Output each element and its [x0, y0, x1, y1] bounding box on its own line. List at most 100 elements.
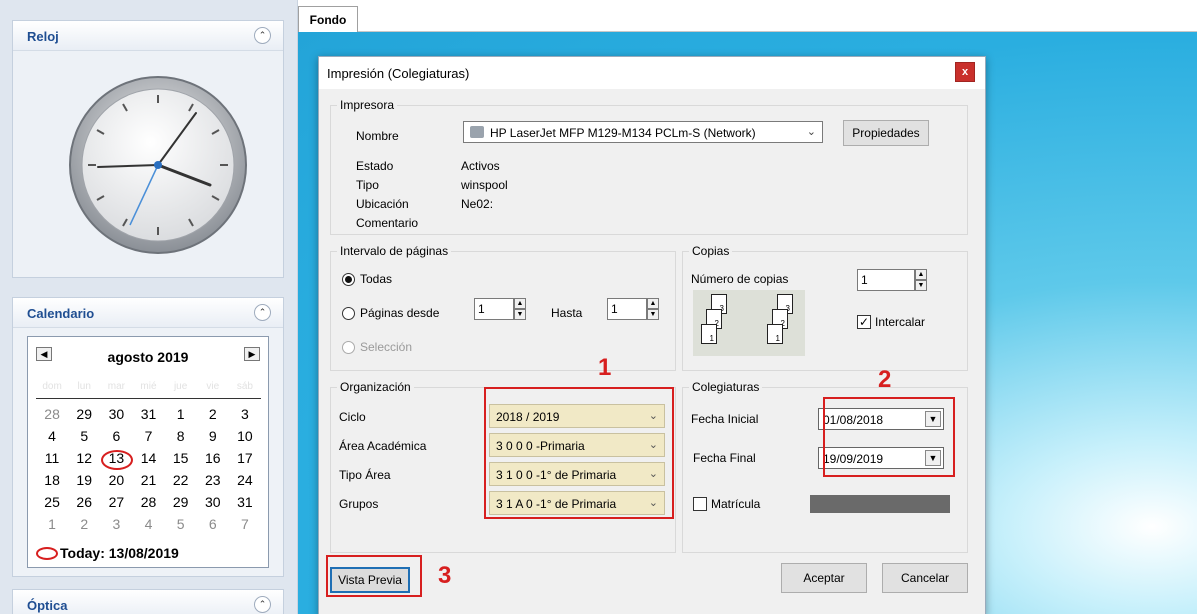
calendar-day[interactable]: 1: [36, 514, 68, 534]
pages-to-value[interactable]: 1: [607, 298, 647, 320]
calendar-day[interactable]: 12: [68, 448, 100, 468]
collapse-icon[interactable]: ⌃: [254, 304, 271, 321]
copies-value[interactable]: 1: [857, 269, 915, 291]
stepper-up-icon[interactable]: ▲: [915, 269, 927, 280]
tab-fondo[interactable]: Fondo: [298, 6, 358, 32]
calendar-weekday: jue: [173, 381, 188, 392]
calendar-day[interactable]: 26: [68, 492, 100, 512]
printer-icon: [470, 126, 484, 138]
calendar-day[interactable]: 16: [197, 448, 229, 468]
desktop-background: Impresión (Colegiaturas) x Impresora Nom…: [298, 32, 1197, 614]
calendar-day[interactable]: 2: [68, 514, 100, 534]
properties-button[interactable]: Propiedades: [843, 120, 929, 146]
calendar-day[interactable]: 5: [165, 514, 197, 534]
collate-checkbox[interactable]: ✓: [857, 315, 871, 329]
calendar-day[interactable]: 3: [100, 514, 132, 534]
pages-to-label: Hasta: [551, 306, 583, 320]
calendar-day[interactable]: 29: [68, 404, 100, 424]
calendar-day[interactable]: 5: [68, 426, 100, 446]
accept-button[interactable]: Aceptar: [781, 563, 867, 593]
comment-label: Comentario: [356, 216, 419, 230]
pages-from-radio[interactable]: [342, 307, 355, 320]
calendar-day[interactable]: 31: [132, 404, 164, 424]
copies-count-label: Número de copias: [691, 272, 789, 286]
collapse-icon[interactable]: ⌃: [254, 596, 271, 613]
calendar-day[interactable]: 9: [197, 426, 229, 446]
calendar-day[interactable]: 22: [165, 470, 197, 490]
calendar-day[interactable]: 18: [36, 470, 68, 490]
enrollment-checkbox[interactable]: [693, 497, 707, 511]
copies-stepper[interactable]: 1 ▲ ▼: [857, 269, 927, 291]
clock-panel-header[interactable]: Reloj ⌃: [13, 21, 283, 51]
calendar-day[interactable]: 21: [132, 470, 164, 490]
calendar-day[interactable]: 24: [229, 470, 261, 490]
calendar-day[interactable]: 30: [100, 404, 132, 424]
calendar-day[interactable]: 28: [36, 404, 68, 424]
today-label: Today: 13/08/2019: [60, 545, 179, 561]
calendar-weekday: sáb: [236, 381, 253, 392]
calendar-day[interactable]: 3: [229, 404, 261, 424]
calendar-day-today[interactable]: 13: [100, 448, 134, 470]
calendar-day[interactable]: 30: [197, 492, 229, 512]
calendar-day[interactable]: 7: [132, 426, 164, 446]
start-date-label: Fecha Inicial: [691, 412, 759, 426]
collate-label: Intercalar: [875, 315, 926, 329]
pages-from-value[interactable]: 1: [474, 298, 514, 320]
calendar-day[interactable]: 4: [36, 426, 68, 446]
calendar-day[interactable]: 10: [229, 426, 261, 446]
calendar-day[interactable]: 27: [100, 492, 132, 512]
type-value: winspool: [461, 178, 508, 192]
all-pages-radio[interactable]: [342, 273, 355, 286]
pages-from-stepper[interactable]: 1 ▲ ▼: [474, 298, 526, 320]
stepper-up-icon[interactable]: ▲: [647, 298, 659, 309]
tuition-group-label: Colegiaturas: [689, 380, 763, 394]
annotation-box-2: [823, 397, 955, 477]
calendar-day[interactable]: 23: [197, 470, 229, 490]
calendar-day[interactable]: 17: [229, 448, 261, 468]
enrollment-label: Matrícula: [711, 497, 761, 511]
close-button[interactable]: x: [955, 62, 975, 82]
stepper-up-icon[interactable]: ▲: [514, 298, 526, 309]
calendar-day[interactable]: 4: [132, 514, 164, 534]
academic-area-label: Área Académica: [339, 439, 427, 453]
optica-panel-header[interactable]: Óptica ⌃: [13, 590, 283, 614]
calendar-day[interactable]: 20: [100, 470, 132, 490]
pages-to-stepper[interactable]: 1 ▲ ▼: [607, 298, 659, 320]
calendar-day[interactable]: 14: [132, 448, 164, 468]
calendar-day[interactable]: 29: [165, 492, 197, 512]
clock-panel: Reloj ⌃: [12, 20, 284, 278]
calendar-day[interactable]: 8: [165, 426, 197, 446]
stepper-down-icon[interactable]: ▼: [915, 280, 927, 291]
calendar-day[interactable]: 1: [165, 404, 197, 424]
printer-select[interactable]: HP LaserJet MFP M129-M134 PCLm-S (Networ…: [463, 121, 823, 143]
prev-month-button[interactable]: ◀: [36, 347, 52, 361]
calendar-weekday: mar: [107, 381, 125, 392]
status-value: Activos: [461, 159, 500, 173]
stepper-down-icon[interactable]: ▼: [647, 309, 659, 320]
calendar-day[interactable]: 28: [132, 492, 164, 512]
collapse-icon[interactable]: ⌃: [254, 27, 271, 44]
calendar-day[interactable]: 25: [36, 492, 68, 512]
groups-label: Grupos: [339, 497, 379, 511]
today-link[interactable]: Today: 13/08/2019: [36, 545, 179, 561]
dialog-titlebar[interactable]: Impresión (Colegiaturas) x: [319, 57, 985, 89]
calendar-day[interactable]: 2: [197, 404, 229, 424]
calendar-day[interactable]: 6: [197, 514, 229, 534]
calendar-day[interactable]: 31: [229, 492, 261, 512]
copies-group-label: Copias: [689, 244, 733, 258]
type-label: Tipo: [356, 178, 379, 192]
calendar: agosto 2019 ◀ ▶ dom lun mar mié jue vie sáb 28…: [27, 336, 269, 568]
stepper-down-icon[interactable]: ▼: [514, 309, 526, 320]
sidebar: Reloj ⌃ Calendario ⌃ agosto 2019 ◀ ▶ dom…: [0, 0, 298, 614]
annotation-number-3: 3: [438, 562, 452, 589]
next-month-button[interactable]: ▶: [244, 347, 260, 361]
main-area: Fondo Impresión (Colegiaturas) x Impreso…: [298, 0, 1197, 614]
cancel-button[interactable]: Cancelar: [882, 563, 968, 593]
calendar-day[interactable]: 7: [229, 514, 261, 534]
calendar-day[interactable]: 11: [36, 448, 68, 468]
collate-pages-icon: 3 2 1 3 2 1: [693, 290, 805, 356]
calendar-panel-header[interactable]: Calendario ⌃: [13, 298, 283, 328]
calendar-day[interactable]: 15: [165, 448, 197, 468]
calendar-day[interactable]: 19: [68, 470, 100, 490]
calendar-day[interactable]: 6: [100, 426, 132, 446]
